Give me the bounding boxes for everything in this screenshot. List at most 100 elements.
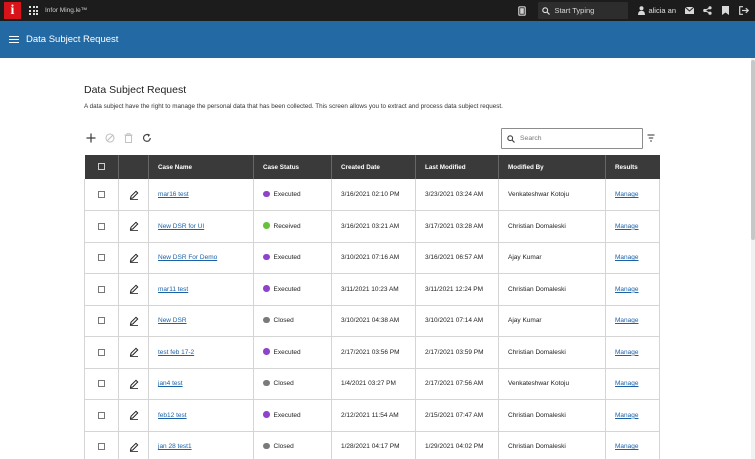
manage-link[interactable]: Manage [615,317,639,324]
column-header-modified-by[interactable]: Modified By [498,155,606,179]
bookmark-icon[interactable] [722,6,729,15]
dsr-table: Case Name Case Status Created Date Last … [84,155,660,459]
case-name-link[interactable]: test feb 17-2 [158,349,194,356]
row-edit-cell[interactable] [118,179,149,211]
manage-link[interactable]: Manage [615,286,639,293]
manage-link[interactable]: Manage [615,191,639,198]
refresh-icon[interactable] [142,133,152,143]
manage-link[interactable]: Manage [615,223,639,230]
last-modified-cell: 1/29/2021 04:02 PM [415,431,499,459]
menu-icon[interactable] [9,35,19,44]
case-name-cell: mar16 test [148,179,254,211]
row-select-cell [84,179,119,211]
select-all-column[interactable] [84,155,119,179]
table-row: test feb 17-2 Executed 2/17/2021 03:56 PM 2… [84,336,660,369]
case-name-link[interactable]: mar16 test [158,191,189,198]
user-menu[interactable]: alicia an [638,6,676,15]
mail-icon[interactable] [685,7,694,14]
bookmark-doc-icon[interactable] [518,5,527,16]
row-checkbox[interactable] [98,348,105,356]
table-header-row: Case Name Case Status Created Date Last … [84,155,660,179]
row-select-cell [84,273,119,306]
results-cell: Manage [605,179,660,211]
app-grid-icon[interactable] [29,6,38,15]
row-select-cell [84,399,119,432]
filter-icon[interactable] [647,133,655,143]
case-name-link[interactable]: jan 28 test1 [158,443,192,450]
row-checkbox[interactable] [98,190,105,198]
created-date-cell: 1/4/2021 03:27 PM [331,368,416,400]
case-name-cell: jan4 test [148,368,254,400]
manage-link[interactable]: Manage [615,443,639,450]
row-checkbox[interactable] [98,285,105,293]
table-row: jan 28 test1 Closed 1/28/2021 04:17 PM 1/29… [84,431,660,459]
column-header-created-date[interactable]: Created Date [331,155,416,179]
row-checkbox[interactable] [98,380,105,388]
case-name-cell: New DSR for UI [148,210,254,243]
status-dot-icon [263,411,270,418]
row-edit-cell[interactable] [118,242,149,274]
manage-link[interactable]: Manage [615,349,639,356]
infor-logo[interactable]: i [4,2,21,19]
row-edit-cell[interactable] [118,305,149,337]
row-edit-cell[interactable] [118,431,149,459]
row-edit-cell[interactable] [118,273,149,306]
case-name-link[interactable]: New DSR for UI [158,223,204,230]
row-checkbox[interactable] [98,317,105,325]
case-name-link[interactable]: jan4 test [158,380,183,387]
row-checkbox[interactable] [98,254,105,262]
case-name-link[interactable]: New DSR [158,317,187,324]
edit-icon [129,442,138,452]
trash-icon[interactable] [124,133,133,143]
column-header-case-status[interactable]: Case Status [253,155,332,179]
sign-out-icon[interactable] [739,6,749,15]
row-checkbox[interactable] [98,411,105,419]
case-status-cell: Closed [253,305,332,337]
table-search-input[interactable] [520,135,630,142]
edit-icon [129,379,138,389]
manage-link[interactable]: Manage [615,412,639,419]
column-header-last-modified[interactable]: Last Modified [415,155,499,179]
column-header-results[interactable]: Results [605,155,660,179]
share-icon[interactable] [703,6,712,15]
results-cell: Manage [605,431,660,459]
modified-by-cell: Christian Domaleski [498,210,606,243]
table-search[interactable] [501,128,643,149]
row-select-cell [84,336,119,369]
row-edit-cell[interactable] [118,399,149,432]
case-name-link[interactable]: New DSR For Demo [158,254,217,261]
row-checkbox[interactable] [98,443,105,451]
case-name-link[interactable]: feb12 test [158,412,187,419]
last-modified-cell: 2/15/2021 07:47 AM [415,399,499,432]
modified-by-cell: Ajay Kumar [498,305,606,337]
block-icon[interactable] [105,133,115,143]
global-search[interactable]: Start Typing [538,2,629,19]
edit-icon [129,410,138,421]
row-edit-cell[interactable] [118,210,149,243]
case-status-text: Executed [273,254,301,262]
top-bar: i Infor Ming.le™ Start Typing alicia an [0,0,755,21]
modified-by-cell: Christian Domaleski [498,399,606,432]
row-edit-cell[interactable] [118,336,149,369]
column-header-case-name[interactable]: Case Name [148,155,254,179]
case-name-link[interactable]: mar11 test [158,286,188,293]
last-modified-cell: 2/17/2021 03:59 PM [415,336,499,369]
case-status-text: Received [273,222,301,230]
add-icon[interactable] [86,133,96,143]
row-edit-cell[interactable] [118,368,149,400]
case-status-cell: Received [253,210,332,243]
case-status-cell: Closed [253,431,332,459]
row-select-cell [84,242,119,274]
case-status-cell: Executed [253,179,332,211]
select-all-checkbox[interactable] [97,163,105,171]
scrollbar-thumb[interactable] [751,60,755,240]
manage-link[interactable]: Manage [615,380,639,387]
table-row: mar16 test Executed 3/16/2021 02:10 PM 3/23… [84,179,660,211]
case-status-text: Closed [273,443,294,451]
page-scrollbar[interactable] [751,58,755,459]
row-checkbox[interactable] [98,222,105,230]
results-cell: Manage [605,210,660,243]
manage-link[interactable]: Manage [615,254,639,261]
search-icon [507,134,515,143]
results-cell: Manage [605,242,660,274]
